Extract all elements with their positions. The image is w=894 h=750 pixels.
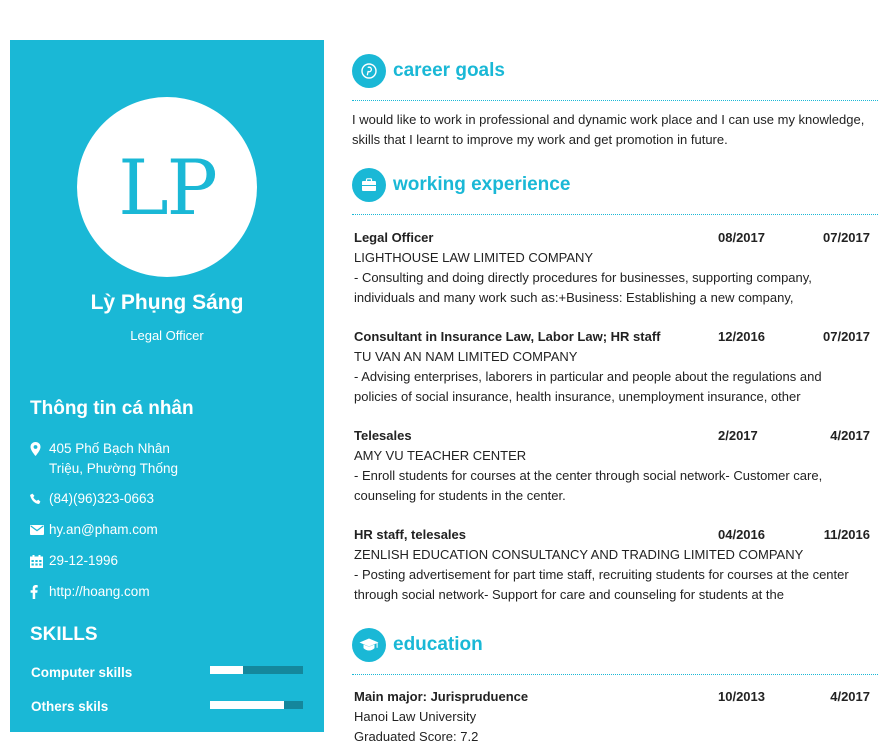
job-title: Consultant in Insurance Law, Labor Law; …: [354, 329, 661, 344]
job-title: HR staff, telesales: [354, 527, 466, 542]
job-description: - Consulting and doing directly procedur…: [354, 270, 812, 305]
avatar: LP: [77, 97, 257, 277]
job-end-date: 11/2016: [823, 527, 870, 542]
envelope-icon: [30, 520, 49, 540]
education-score: Graduated Score: 7.2: [354, 729, 479, 744]
job-title: Legal Officer: [354, 230, 434, 245]
section-divider: [352, 100, 878, 101]
skill-bar-fill: [210, 701, 285, 709]
phone-row: (84)(96)323-0663: [30, 489, 199, 509]
skill-bar-others: [210, 701, 303, 709]
job-company: ZENLISH EDUCATION CONSULTANCY AND TRADIN…: [354, 547, 804, 562]
job-start-date: 08/2017: [718, 230, 765, 245]
map-marker-icon: [30, 439, 49, 459]
birthday-text: 29-12-1996: [49, 553, 119, 568]
job-entry: HR staff, telesales 04/2016 11/2016 ZENL…: [354, 525, 874, 605]
skill-label-others: Others skils: [31, 699, 109, 714]
email-row: hy.an@pham.com: [30, 520, 199, 540]
job-start-date: 12/2016: [718, 329, 765, 344]
birthday-row: 29-12-1996: [30, 551, 199, 571]
job-start-date: 2/2017: [718, 428, 758, 443]
phone-icon: [30, 489, 49, 509]
job-end-date: 07/2017: [823, 230, 870, 245]
job-company: TU VAN AN NAM LIMITED COMPANY: [354, 349, 578, 364]
skill-label-computer: Computer skills: [31, 665, 133, 680]
website-link[interactable]: http://hoang.com: [49, 582, 199, 602]
job-company: AMY VU TEACHER CENTER: [354, 448, 527, 463]
job-description: - Enroll students for courses at the cen…: [354, 468, 823, 503]
education-end-date: 4/2017: [830, 689, 870, 704]
education-major: Main major: Jurispruduence: [354, 689, 529, 704]
personal-info-heading: Thông tin cá nhân: [30, 398, 194, 419]
profile-name: Lỳ Phụng Sáng: [90, 291, 244, 314]
education-entry: Main major: Jurispruduence 10/2013 4/201…: [354, 687, 874, 747]
career-goals-header: career goals: [352, 54, 505, 88]
job-description: - Posting advertisement for part time st…: [354, 567, 849, 602]
working-experience-header: working experience: [352, 168, 570, 202]
education-header: education: [352, 628, 483, 662]
section-divider: [352, 214, 878, 215]
phone-text: (84)(96)323-0663: [49, 491, 155, 506]
education-start-date: 10/2013: [718, 689, 765, 704]
facebook-icon: [30, 582, 49, 602]
address-row: 405 Phố Bạch Nhân Triệu, Phường Thống: [30, 439, 199, 479]
education-title: education: [393, 634, 483, 655]
career-goals-text: I would like to work in professional and…: [352, 112, 865, 147]
career-goals-title: career goals: [393, 60, 505, 81]
job-end-date: 4/2017: [830, 428, 870, 443]
pinterest-icon: [352, 54, 386, 88]
address-text: 405 Phố Bạch Nhân Triệu, Phường Thống: [49, 441, 178, 476]
section-divider: [352, 674, 878, 675]
graduation-cap-icon: [352, 628, 386, 662]
job-start-date: 04/2016: [718, 527, 765, 542]
skill-bar-fill: [210, 666, 243, 674]
email-link[interactable]: hy.an@pham.com: [49, 520, 199, 540]
avatar-initials: LP: [118, 142, 218, 232]
job-description: - Advising enterprises, laborers in part…: [354, 369, 822, 404]
job-end-date: 07/2017: [823, 329, 870, 344]
job-entry: Consultant in Insurance Law, Labor Law; …: [354, 327, 874, 407]
profile-sidebar: LP Lỳ Phụng Sáng Legal Officer Thông tin…: [10, 40, 324, 732]
skill-bar-computer: [210, 666, 303, 674]
job-entry: Telesales 2/2017 4/2017 AMY VU TEACHER C…: [354, 426, 874, 506]
briefcase-icon: [352, 168, 386, 202]
job-title: Telesales: [354, 428, 412, 443]
job-company: LIGHTHOUSE LAW LIMITED COMPANY: [354, 250, 594, 265]
calendar-icon: [30, 551, 49, 571]
skills-heading: SKILLS: [30, 624, 98, 645]
education-school: Hanoi Law University: [354, 709, 477, 724]
working-experience-title: working experience: [393, 174, 571, 195]
job-entry: Legal Officer 08/2017 07/2017 LIGHTHOUSE…: [354, 228, 874, 308]
profile-role: Legal Officer: [130, 328, 204, 343]
website-row: http://hoang.com: [30, 582, 199, 602]
